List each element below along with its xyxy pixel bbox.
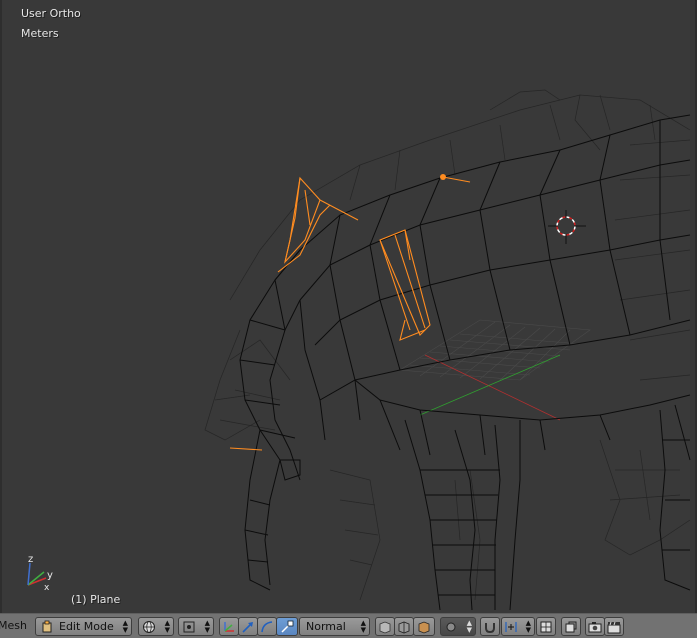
render-animation-button[interactable]	[604, 617, 624, 636]
face-select-mode-button[interactable]	[413, 617, 435, 636]
mesh-front-leg-edges	[404, 419, 521, 611]
chevron-updown-icon: ▲ ▼	[525, 619, 531, 634]
manipulator-toggle[interactable]	[219, 617, 239, 636]
chevron-updown-icon: ▲ ▼	[466, 619, 472, 634]
scale-icon	[281, 620, 294, 633]
mode-selector[interactable]: Edit Mode ▲ ▼	[35, 617, 132, 636]
world-axis-x	[424, 354, 561, 421]
mesh-head-edges	[239, 279, 326, 591]
manipulator-icon	[224, 621, 234, 632]
edge-select-mode-button[interactable]	[394, 617, 414, 636]
selected-vertex[interactable]	[440, 174, 446, 180]
translate-arrow-icon	[242, 621, 253, 633]
3d-viewport[interactable]: y z x User Ortho Meters (1) Plane	[0, 0, 697, 613]
mesh-menu[interactable]: Mesh	[0, 619, 27, 632]
axis-label-z: z	[28, 554, 33, 565]
chevron-updown-icon: ▲ ▼	[204, 619, 210, 634]
elephant-mesh-wireframe[interactable]: y z x	[0, 0, 697, 613]
clapperboard-icon	[607, 621, 621, 633]
rotate-manipulator-button[interactable]	[257, 617, 277, 636]
view-name-label: User Ortho	[21, 7, 81, 20]
translate-manipulator-button[interactable]	[238, 617, 258, 636]
units-label: Meters	[21, 27, 59, 40]
edit-mode-icon	[42, 620, 52, 632]
object-info-label: (1) Plane	[71, 593, 121, 606]
edge-select-icon	[398, 621, 410, 633]
snap-target-button[interactable]	[536, 617, 556, 636]
mode-label: Edit Mode	[59, 620, 114, 633]
transform-orientation-selector[interactable]: Normal ▲ ▼	[299, 617, 370, 636]
axis-label-x: x	[44, 583, 50, 593]
vertex-select-icon	[379, 621, 391, 633]
vertex-select-mode-button[interactable]	[375, 617, 395, 636]
axis-gizmo: y z x	[27, 554, 53, 593]
viewport-shading-selector[interactable]: ▲ ▼	[138, 617, 174, 636]
face-select-icon	[418, 621, 430, 633]
floor-grid	[399, 319, 591, 381]
mesh-back-edges	[204, 89, 691, 601]
scale-manipulator-button[interactable]	[276, 617, 298, 636]
camera-icon	[588, 621, 602, 632]
pivot-selector[interactable]: ▲ ▼	[178, 617, 214, 636]
grid-snap-icon	[540, 621, 552, 632]
rotate-arc-icon	[261, 620, 273, 632]
snap-element-selector[interactable]: ▲ ▼	[501, 617, 535, 636]
render-image-button[interactable]	[585, 617, 605, 636]
mesh-body-edges	[274, 114, 691, 456]
render-preview-button[interactable]	[561, 617, 581, 636]
chevron-updown-icon: ▲ ▼	[360, 619, 366, 634]
orientation-label: Normal	[306, 620, 346, 633]
globe-icon	[143, 620, 155, 633]
3d-cursor-icon[interactable]	[548, 210, 586, 244]
pivot-icon	[183, 621, 195, 632]
copy-icon	[565, 621, 577, 632]
snap-toggle-button[interactable]	[480, 617, 500, 636]
snap-increment-icon	[505, 621, 517, 632]
proportional-edit-icon	[446, 622, 456, 631]
chevron-updown-icon: ▲ ▼	[164, 619, 170, 634]
viewport-header: Mesh Edit Mode ▲ ▼ ▲ ▼ ▲ ▼ Normal ▲ ▼ ▲ …	[0, 613, 697, 638]
magnet-icon	[485, 622, 495, 633]
occlude-geometry-selector[interactable]: ▲ ▼	[440, 617, 476, 636]
axis-label-y: y	[47, 570, 53, 581]
chevron-updown-icon: ▲ ▼	[122, 619, 128, 634]
mesh-back-leg-edges	[659, 404, 691, 591]
